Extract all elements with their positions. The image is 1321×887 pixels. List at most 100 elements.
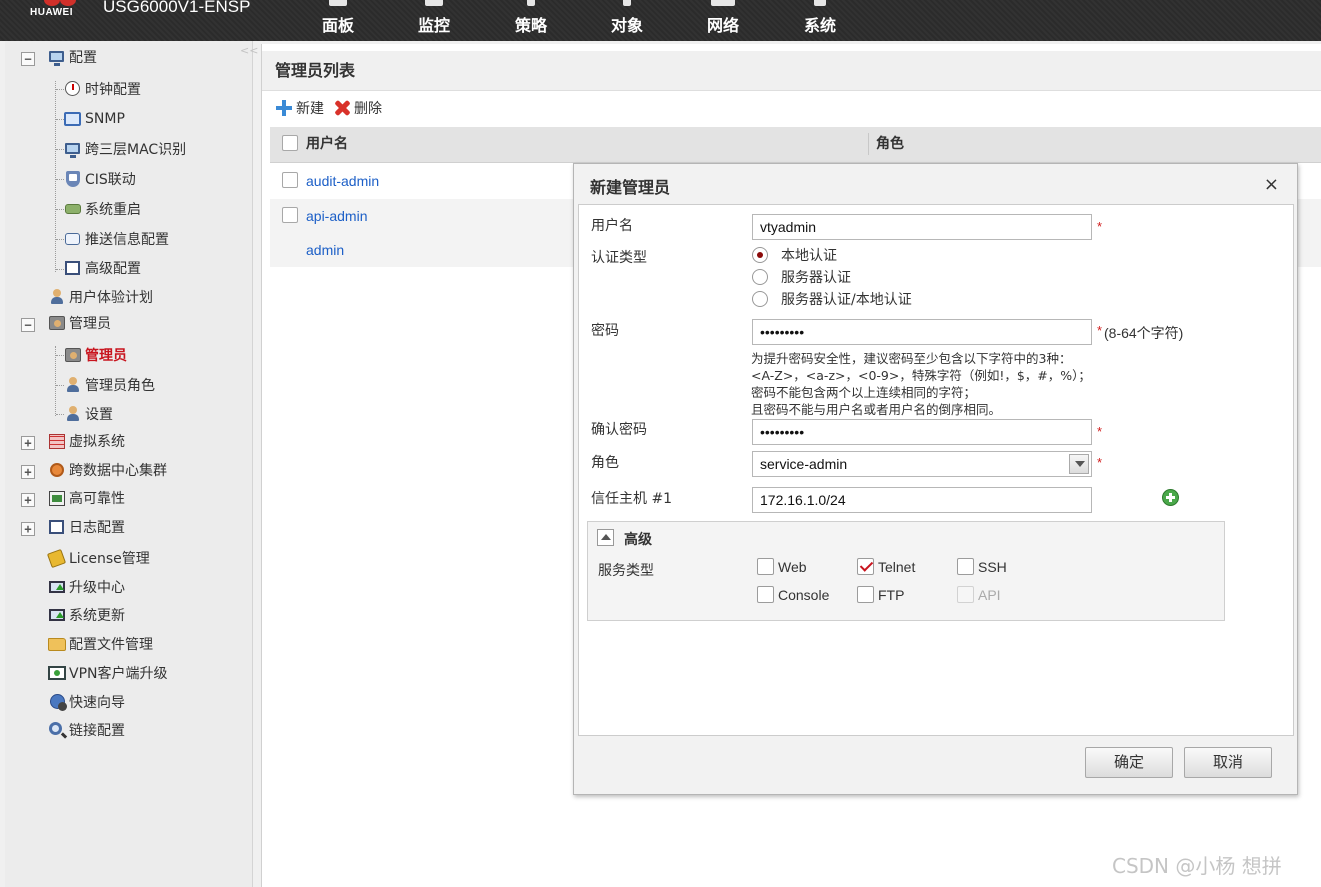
nav-policy[interactable]: 策略 <box>503 0 559 41</box>
sidebar-item-user-experience[interactable]: 用户体验计划 <box>48 285 153 309</box>
ok-button[interactable]: 确定 <box>1085 747 1173 778</box>
select-all-checkbox[interactable] <box>282 135 298 151</box>
sidebar-item-label: 快速向导 <box>69 695 125 711</box>
sidebar-item-label: 系统重启 <box>85 202 141 218</box>
checkbox-box[interactable] <box>757 558 774 575</box>
delete-button[interactable]: 删除 <box>354 98 382 118</box>
sidebar-item-update[interactable]: 系统更新 <box>48 603 125 627</box>
chevron-down-icon[interactable] <box>1069 454 1089 474</box>
auth-server-local-radio[interactable] <box>752 291 768 307</box>
virtual-system-icon <box>48 433 66 449</box>
advanced-title[interactable]: 高级 <box>624 529 652 549</box>
sidebar-item-label: VPN客户端升级 <box>69 666 168 682</box>
sidebar-item-license[interactable]: License管理 <box>46 546 150 570</box>
sidebar-item-link[interactable]: 链接配置 <box>48 718 125 742</box>
confirm-password-label: 确认密码 <box>591 422 647 438</box>
sidebar-item-cis[interactable]: CIS联动 <box>64 167 136 191</box>
folder-icon <box>48 636 66 652</box>
nav-system[interactable]: 系统 <box>792 0 848 41</box>
service-web-checkbox[interactable]: Web <box>757 558 807 575</box>
delete-icon[interactable] <box>334 100 350 116</box>
sidebar-item-label: 高可靠性 <box>69 491 125 507</box>
sidebar-item-admin-group[interactable]: 管理员 <box>48 311 111 335</box>
sidebar-item-upgrade[interactable]: 升级中心 <box>48 575 125 599</box>
service-console-checkbox[interactable]: Console <box>757 586 829 603</box>
collapse-toggle-icon[interactable]: − <box>21 318 35 332</box>
username-link[interactable]: api-admin <box>306 199 367 233</box>
sidebar: << − 配置 时钟配置 SNMP 跨三层MAC识别 CIS联动 系统重启 推送… <box>5 41 258 887</box>
column-header-role[interactable]: 角色 <box>868 133 904 155</box>
system-icon <box>814 0 826 6</box>
sidebar-item-settings[interactable]: 设置 <box>64 402 113 426</box>
username-link[interactable]: admin <box>306 233 344 267</box>
sidebar-item-label: 管理员角色 <box>85 378 155 394</box>
required-mark: * <box>1097 455 1103 470</box>
checkbox-box[interactable] <box>857 586 874 603</box>
auth-server-radio[interactable] <box>752 269 768 285</box>
expand-toggle-icon[interactable]: + <box>21 465 35 479</box>
sidebar-item-label: 跨三层MAC识别 <box>85 142 187 158</box>
admin-icon <box>64 347 82 363</box>
row-checkbox[interactable] <box>282 172 298 188</box>
collapse-sidebar-icon[interactable]: << <box>240 44 258 57</box>
expand-toggle-icon[interactable]: + <box>21 522 35 536</box>
column-header-username[interactable]: 用户名 <box>306 127 348 161</box>
new-admin-dialog: 新建管理员 × 用户名 vtyadmin * 认证类型 本地认证 服务器认证 服… <box>573 163 1298 795</box>
new-button[interactable]: 新建 <box>296 98 324 118</box>
service-telnet-checkbox[interactable]: Telnet <box>857 558 915 575</box>
sidebar-item-snmp[interactable]: SNMP <box>64 107 125 131</box>
checkbox-box[interactable] <box>857 558 874 575</box>
nav-label: 网络 <box>706 16 739 35</box>
confirm-password-input[interactable]: ••••••••• <box>752 419 1092 445</box>
cluster-icon <box>48 462 66 478</box>
sidebar-item-restart[interactable]: 系统重启 <box>64 197 141 221</box>
row-checkbox[interactable] <box>282 207 298 223</box>
sidebar-item-log[interactable]: 日志配置 <box>48 515 125 539</box>
checkbox-box <box>957 586 974 603</box>
checkbox-box[interactable] <box>757 586 774 603</box>
tree-line <box>55 81 56 272</box>
service-ssh-checkbox[interactable]: SSH <box>957 558 1007 575</box>
role-select[interactable]: service-admin <box>752 451 1092 477</box>
username-link[interactable]: audit-admin <box>306 164 379 198</box>
collapse-advanced-icon[interactable] <box>597 529 614 546</box>
config-icon <box>48 49 66 66</box>
sidebar-item-wizard[interactable]: 快速向导 <box>48 690 125 714</box>
sidebar-item-ha[interactable]: 高可靠性 <box>48 486 125 510</box>
nav-label: 对象 <box>610 16 643 35</box>
update-icon <box>48 607 66 623</box>
sidebar-item-mac[interactable]: 跨三层MAC识别 <box>64 137 186 161</box>
cancel-button[interactable]: 取消 <box>1184 747 1272 778</box>
sidebar-item-advanced[interactable]: 高级配置 <box>64 256 141 280</box>
expand-toggle-icon[interactable]: + <box>21 436 35 450</box>
nav-object[interactable]: 对象 <box>599 0 655 41</box>
advanced-section: 高级 服务类型 Web Telnet SSH Console FTP API <box>587 521 1225 621</box>
sidebar-item-push[interactable]: 推送信息配置 <box>64 227 169 251</box>
close-icon[interactable]: × <box>1264 174 1279 195</box>
dialog-body: 用户名 vtyadmin * 认证类型 本地认证 服务器认证 服务器认证/本地认… <box>578 204 1294 736</box>
sidebar-item-config-file[interactable]: 配置文件管理 <box>48 632 153 656</box>
sidebar-item-admin-role[interactable]: 管理员角色 <box>64 373 155 397</box>
sidebar-item-vpn[interactable]: VPN客户端升级 <box>48 661 168 685</box>
add-host-icon[interactable] <box>1162 489 1179 506</box>
sidebar-item-label: 推送信息配置 <box>85 232 169 248</box>
sidebar-item-admin[interactable]: 管理员 <box>64 343 127 367</box>
add-icon[interactable] <box>276 100 292 116</box>
password-input[interactable]: ••••••••• <box>752 319 1092 345</box>
username-input[interactable]: vtyadmin <box>752 214 1092 240</box>
page-title: 管理员列表 <box>262 51 1321 91</box>
sidebar-item-label: SNMP <box>85 111 125 127</box>
nav-network[interactable]: 网络 <box>695 0 751 41</box>
nav-dashboard[interactable]: 面板 <box>310 0 366 41</box>
checkbox-box[interactable] <box>957 558 974 575</box>
auth-local-radio[interactable] <box>752 247 768 263</box>
collapse-toggle-icon[interactable]: − <box>21 52 35 66</box>
sidebar-item-cluster[interactable]: 跨数据中心集群 <box>48 458 167 482</box>
sidebar-item-virtual-system[interactable]: 虚拟系统 <box>48 429 125 453</box>
expand-toggle-icon[interactable]: + <box>21 493 35 507</box>
sidebar-item-clock[interactable]: 时钟配置 <box>64 77 141 101</box>
service-ftp-checkbox[interactable]: FTP <box>857 586 904 603</box>
trusted-host-input[interactable]: 172.16.1.0/24 <box>752 487 1092 513</box>
sidebar-item-config[interactable]: 配置 <box>48 45 97 69</box>
nav-monitor[interactable]: 监控 <box>406 0 462 41</box>
